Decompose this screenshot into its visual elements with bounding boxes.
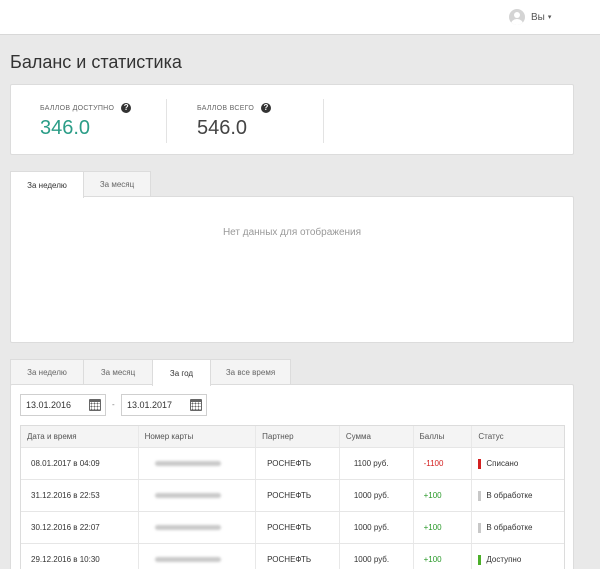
date-separator: - [112, 400, 115, 409]
tab-week[interactable]: За неделю [10, 359, 84, 385]
help-icon[interactable]: ? [121, 103, 132, 113]
tab-month[interactable]: За месяц [83, 171, 151, 197]
column-header-date[interactable]: Дата и время [21, 426, 139, 447]
balance-card: Баллов доступно ? 346.0 Баллов всего ? 5… [10, 84, 574, 155]
calendar-icon[interactable] [190, 399, 202, 411]
history-period-tabs: За неделю За месяц За год За все время [10, 359, 291, 386]
cell-points: +100 [414, 480, 473, 511]
chevron-down-icon: ▾ [547, 14, 552, 21]
table-header: Дата и время Номер карты Партнер Сумма Б… [21, 426, 564, 448]
column-header-sum[interactable]: Сумма [340, 426, 414, 447]
cell-sum: 1000 руб. [340, 480, 414, 511]
table-row: 31.12.2016 в 22:53 РОСНЕФТЬ 1000 руб. +1… [21, 480, 564, 512]
redacted-card-number [154, 557, 221, 562]
cell-points: +100 [414, 512, 473, 543]
help-icon[interactable]: ? [261, 103, 272, 113]
transactions-table: Дата и время Номер карты Партнер Сумма Б… [20, 425, 565, 569]
stat-total-value: 546.0 [197, 117, 248, 139]
date-to-input[interactable]: 13.01.2017 [121, 394, 207, 416]
column-header-points[interactable]: Баллы [414, 426, 473, 447]
cell-card-number [139, 512, 257, 543]
user-name: Вы [531, 11, 545, 23]
cell-partner: РОСНЕФТЬ [256, 512, 340, 543]
user-menu[interactable]: Вы ▾ [509, 8, 551, 26]
column-header-card[interactable]: Номер карты [139, 426, 257, 447]
calendar-icon[interactable] [89, 399, 101, 411]
cell-date: 08.01.2017 в 04:09 [21, 448, 139, 479]
chart-period-tabs: За неделю За месяц [10, 171, 151, 198]
cell-points: -1100 [414, 448, 473, 479]
cell-partner: РОСНЕФТЬ [256, 448, 340, 479]
cell-sum: 1000 руб. [340, 512, 414, 543]
status-label: Доступно [486, 555, 522, 564]
stat-available: Баллов доступно ? 346.0 [40, 103, 132, 140]
status-indicator [478, 554, 482, 565]
status-indicator [478, 458, 482, 469]
cell-status: Доступно [472, 544, 564, 569]
column-header-partner[interactable]: Партнер [256, 426, 340, 447]
divider [166, 99, 167, 143]
cell-status: В обработке [472, 480, 564, 511]
top-bar: Вы ▾ [0, 0, 600, 35]
stat-total-label: Баллов всего [197, 104, 255, 112]
page-title: Баланс и статистика [10, 52, 182, 72]
cell-status: В обработке [472, 512, 564, 543]
status-label: Списано [486, 459, 519, 468]
cell-partner: РОСНЕФТЬ [256, 544, 340, 569]
cell-date: 29.12.2016 в 10:30 [21, 544, 139, 569]
divider [323, 99, 324, 143]
status-indicator [478, 522, 482, 533]
redacted-card-number [154, 461, 221, 466]
cell-date: 31.12.2016 в 22:53 [21, 480, 139, 511]
empty-message: Нет данных для отображения [222, 227, 362, 238]
cell-card-number [139, 480, 257, 511]
history-panel: 13.01.2016 - 13.01.2017 Дата и время Ном… [10, 384, 574, 569]
tab-year[interactable]: За год [152, 359, 211, 386]
status-indicator [478, 490, 482, 501]
date-from-value: 13.01.2016 [26, 400, 72, 410]
cell-sum: 1000 руб. [340, 544, 414, 569]
cell-date: 30.12.2016 в 22:07 [21, 512, 139, 543]
redacted-card-number [154, 525, 221, 530]
stat-total: Баллов всего ? 546.0 [197, 103, 272, 140]
cell-card-number [139, 544, 257, 569]
chart-panel: Нет данных для отображения [10, 196, 574, 343]
column-header-status[interactable]: Статус [472, 426, 564, 447]
cell-points: +100 [414, 544, 473, 569]
date-to-value: 13.01.2017 [127, 400, 173, 410]
avatar-icon [509, 9, 525, 25]
cell-sum: 1100 руб. [340, 448, 414, 479]
redacted-card-number [154, 493, 221, 498]
stat-available-value: 346.0 [40, 117, 91, 139]
status-label: В обработке [486, 491, 533, 500]
cell-card-number [139, 448, 257, 479]
status-label: В обработке [486, 523, 533, 532]
tab-all-time[interactable]: За все время [210, 359, 291, 385]
date-from-input[interactable]: 13.01.2016 [20, 394, 106, 416]
tab-week[interactable]: За неделю [10, 171, 84, 198]
stat-available-label: Баллов доступно [40, 104, 115, 112]
table-row: 30.12.2016 в 22:07 РОСНЕФТЬ 1000 руб. +1… [21, 512, 564, 544]
table-row: 29.12.2016 в 10:30 РОСНЕФТЬ 1000 руб. +1… [21, 544, 564, 569]
cell-status: Списано [472, 448, 564, 479]
cell-partner: РОСНЕФТЬ [256, 480, 340, 511]
table-row: 08.01.2017 в 04:09 РОСНЕФТЬ 1100 руб. -1… [21, 448, 564, 480]
tab-month[interactable]: За месяц [83, 359, 153, 385]
